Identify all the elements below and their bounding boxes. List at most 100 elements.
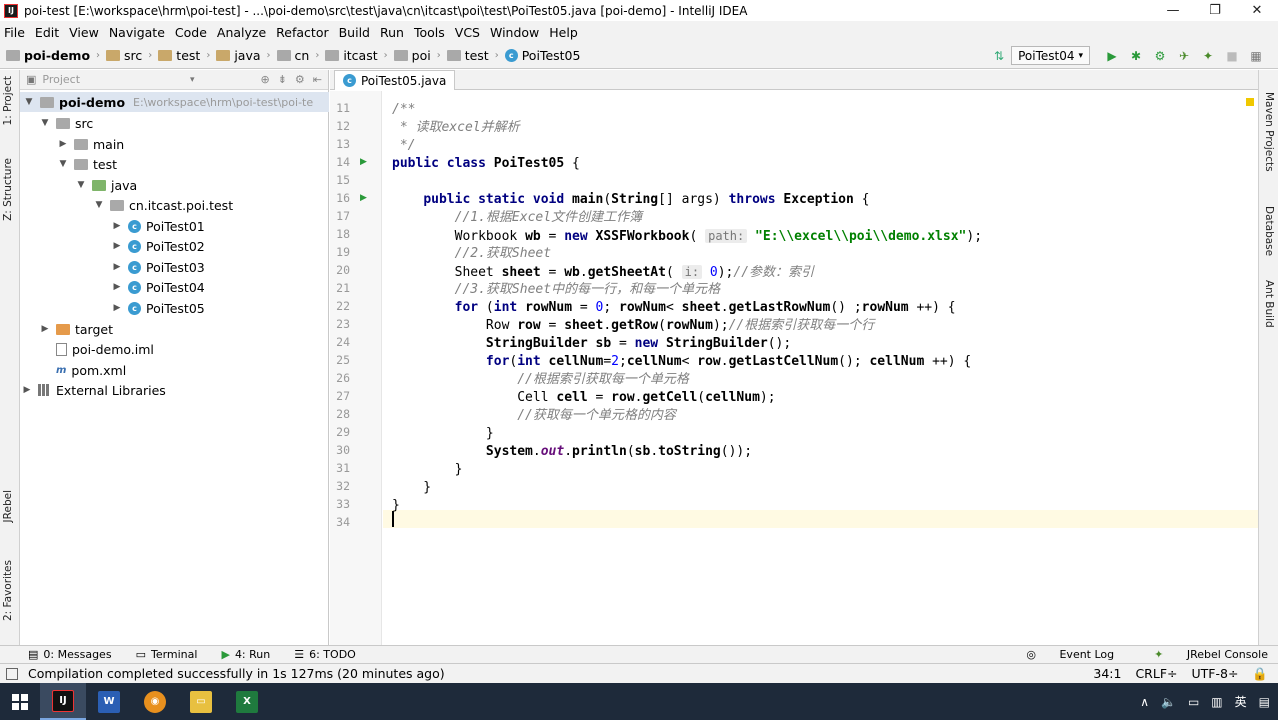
- menu-refactor[interactable]: Refactor: [276, 25, 328, 40]
- settings-gear-icon[interactable]: ⚙: [295, 73, 305, 86]
- menu-navigate[interactable]: Navigate: [109, 25, 165, 40]
- terminal-tool-tab[interactable]: ▭ Terminal: [136, 648, 198, 661]
- menu-edit[interactable]: Edit: [35, 25, 59, 40]
- menu-run[interactable]: Run: [380, 25, 404, 40]
- jrebel-tool-tab[interactable]: JRebel: [2, 490, 14, 522]
- tree-item-main[interactable]: ▶ main: [20, 134, 329, 154]
- taskbar-word[interactable]: W: [86, 683, 132, 720]
- tree-item-pom[interactable]: m pom.xml: [20, 360, 329, 380]
- status-message[interactable]: Compilation completed successfully in 1s…: [28, 666, 445, 681]
- todo-tool-tab[interactable]: ☰ 6: TODO: [294, 648, 356, 661]
- maximize-button[interactable]: ❐: [1194, 0, 1236, 21]
- ant-build-tool-tab[interactable]: Ant Build: [1263, 280, 1275, 328]
- breadcrumb-poitest05[interactable]: c PoiTest05: [504, 48, 580, 63]
- start-button[interactable]: [0, 683, 40, 720]
- menu-file[interactable]: File: [4, 25, 25, 40]
- tree-item-poitest03[interactable]: ▶ c PoiTest03: [20, 257, 329, 277]
- event-log-tool-tab[interactable]: ◎ Event Log: [1006, 648, 1114, 661]
- cursor-position[interactable]: 34:1: [1093, 666, 1121, 682]
- battery-icon[interactable]: ▭: [1188, 695, 1199, 709]
- database-tool-tab[interactable]: Database: [1263, 206, 1275, 256]
- jrebel-debug-icon[interactable]: ✦: [1200, 48, 1216, 64]
- run-config-select[interactable]: PoiTest04 ▾: [1011, 46, 1090, 65]
- menu-code[interactable]: Code: [175, 25, 207, 40]
- ime-icon[interactable]: 英: [1235, 693, 1247, 710]
- chevron-right-icon[interactable]: ▶: [58, 139, 68, 149]
- editor-tab-poitest05[interactable]: c PoiTest05.java: [334, 70, 456, 90]
- breadcrumb-cn[interactable]: cn ›: [276, 48, 319, 63]
- collapse-all-icon[interactable]: ⇟: [278, 73, 287, 86]
- taskbar-explorer[interactable]: ▭: [178, 683, 224, 720]
- chevron-up-icon[interactable]: ∧: [1140, 695, 1149, 709]
- hide-panel-icon[interactable]: ⇤: [313, 73, 322, 86]
- tree-item-test[interactable]: ▼ test: [20, 154, 329, 174]
- debug-icon[interactable]: ✱: [1128, 48, 1144, 64]
- breadcrumb-poi-demo[interactable]: poi-demo ›: [6, 48, 100, 63]
- chevron-down-icon[interactable]: ▼: [94, 200, 104, 210]
- maven-projects-tool-tab[interactable]: Maven Projects: [1263, 92, 1275, 172]
- tree-item-external-libraries[interactable]: ▶ External Libraries: [20, 380, 329, 400]
- chevron-right-icon[interactable]: ▶: [112, 262, 122, 272]
- warning-marker[interactable]: [1246, 98, 1254, 106]
- scroll-from-source-icon[interactable]: ⊕: [260, 73, 269, 86]
- jrebel-run-icon[interactable]: ✈: [1176, 48, 1192, 64]
- chevron-down-icon[interactable]: ▼: [40, 118, 50, 128]
- chevron-right-icon[interactable]: ▶: [112, 241, 122, 251]
- jrebel-console-tool-tab[interactable]: ✦ JRebel Console: [1134, 648, 1268, 661]
- tree-item-java[interactable]: ▼ java: [20, 175, 329, 195]
- menu-build[interactable]: Build: [339, 25, 370, 40]
- breadcrumb-test[interactable]: test ›: [158, 48, 210, 63]
- lock-icon[interactable]: 🔒: [1252, 666, 1268, 682]
- file-encoding[interactable]: UTF-8÷: [1192, 666, 1239, 682]
- build-icon[interactable]: ⇅: [991, 48, 1007, 64]
- menu-help[interactable]: Help: [549, 25, 578, 40]
- chevron-down-icon[interactable]: ▼: [58, 159, 68, 169]
- chevron-right-icon[interactable]: ▶: [112, 303, 122, 313]
- tree-item-poitest02[interactable]: ▶ c PoiTest02: [20, 236, 329, 256]
- volume-icon[interactable]: 🔈: [1161, 695, 1176, 709]
- chevron-right-icon[interactable]: ▶: [22, 385, 32, 395]
- minimize-button[interactable]: —: [1152, 0, 1194, 21]
- run-tool-tab[interactable]: ▶ 4: Run: [221, 648, 270, 661]
- code-editor[interactable]: c PoiTest05.java 11 12 13 14 15 16 17 18…: [330, 70, 1258, 645]
- breadcrumb-poi[interactable]: poi ›: [393, 48, 441, 63]
- tree-item-poitest01[interactable]: ▶ c PoiTest01: [20, 216, 329, 236]
- tree-item-src[interactable]: ▼ src: [20, 113, 329, 133]
- editor-scrollbar[interactable]: [1248, 96, 1256, 616]
- tree-item-iml[interactable]: poi-demo.iml: [20, 339, 329, 359]
- project-structure-icon[interactable]: ▦: [1248, 48, 1264, 64]
- line-separator[interactable]: CRLF÷: [1135, 666, 1177, 682]
- project-tool-tab[interactable]: 1: Project: [2, 76, 14, 125]
- chevron-right-icon[interactable]: ▶: [112, 221, 122, 231]
- network-icon[interactable]: ▥: [1211, 695, 1222, 709]
- favorites-tool-tab[interactable]: 2: Favorites: [2, 560, 14, 621]
- menu-vcs[interactable]: VCS: [455, 25, 480, 40]
- taskbar-intellij[interactable]: IJ: [40, 683, 86, 720]
- chevron-down-icon[interactable]: ▾: [190, 75, 195, 85]
- breadcrumb-test2[interactable]: test ›: [446, 48, 499, 63]
- notification-icon[interactable]: ▤: [1259, 695, 1270, 709]
- taskbar-media[interactable]: ◉: [132, 683, 178, 720]
- breadcrumb-itcast[interactable]: itcast ›: [325, 48, 388, 63]
- structure-tool-tab[interactable]: Z: Structure: [2, 158, 14, 221]
- close-button[interactable]: ✕: [1236, 0, 1278, 21]
- run-icon[interactable]: ▶: [1104, 48, 1120, 64]
- chevron-down-icon[interactable]: ▼: [76, 180, 86, 190]
- menu-view[interactable]: View: [69, 25, 99, 40]
- coverage-icon[interactable]: ⚙: [1152, 48, 1168, 64]
- menu-tools[interactable]: Tools: [414, 25, 445, 40]
- taskbar-excel[interactable]: X: [224, 683, 270, 720]
- chevron-right-icon[interactable]: ▶: [40, 324, 50, 334]
- tree-item-poi-demo[interactable]: ▼ poi-demo E:\workspace\hrm\poi-test\poi…: [20, 92, 329, 112]
- tree-item-poitest04[interactable]: ▶ c PoiTest04: [20, 277, 329, 297]
- run-method-gutter-icon[interactable]: ▶: [360, 193, 367, 203]
- tree-item-poitest05[interactable]: ▶ c PoiTest05: [20, 298, 329, 318]
- tree-item-target[interactable]: ▶ target: [20, 319, 329, 339]
- menu-window[interactable]: Window: [490, 25, 539, 40]
- menu-analyze[interactable]: Analyze: [217, 25, 266, 40]
- messages-tool-tab[interactable]: ▤ 0: Messages: [28, 648, 112, 661]
- run-class-gutter-icon[interactable]: ▶: [360, 157, 367, 167]
- tool-window-toggle-icon[interactable]: [6, 667, 18, 680]
- tree-item-package[interactable]: ▼ cn.itcast.poi.test: [20, 195, 329, 215]
- breadcrumb-src[interactable]: src ›: [106, 48, 152, 63]
